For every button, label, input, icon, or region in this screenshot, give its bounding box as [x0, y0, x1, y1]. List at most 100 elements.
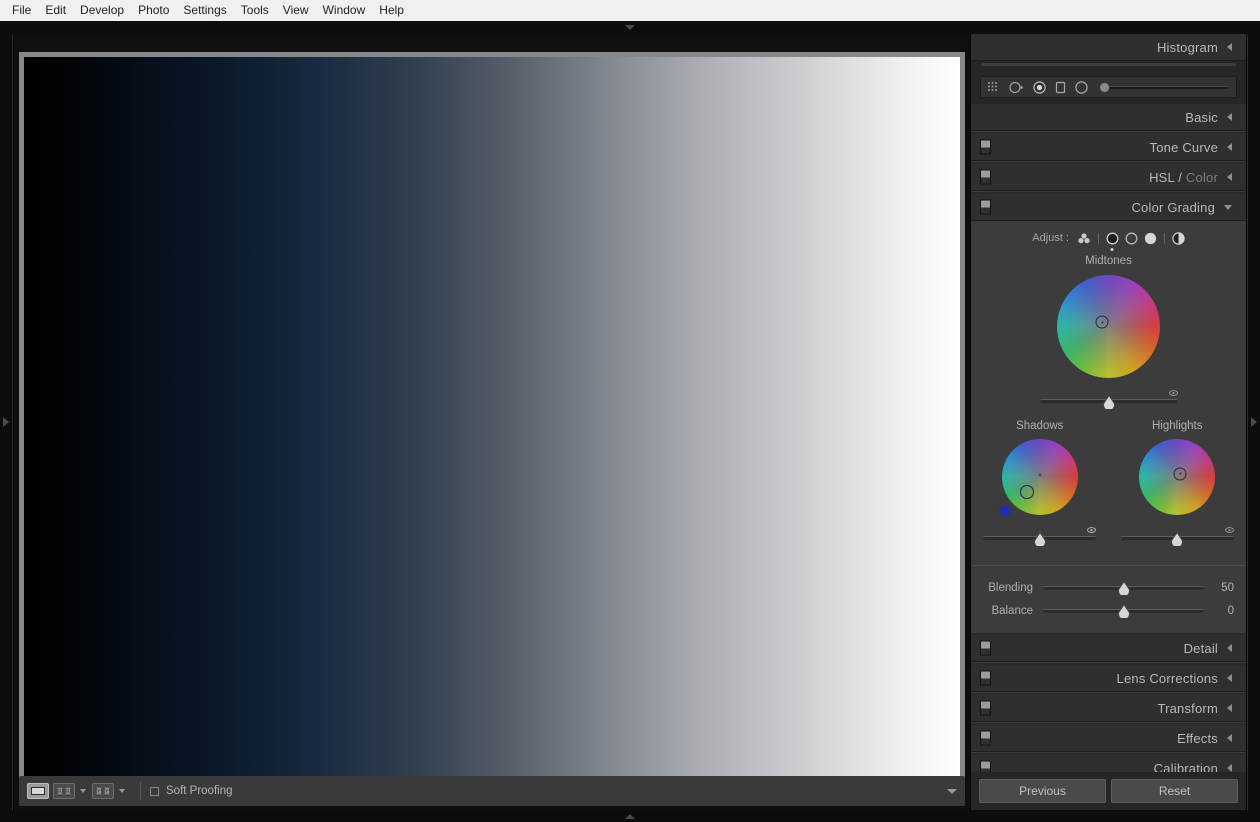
loupe-view-button[interactable]: [27, 783, 49, 799]
menu-item-window[interactable]: Window: [316, 1, 373, 20]
shadows-color-wheel[interactable]: [1001, 439, 1078, 515]
panel-header-effects[interactable]: Effects: [971, 725, 1246, 752]
shadows-luminance-knob[interactable]: [1033, 531, 1046, 548]
highlights-wheel-group: Highlights: [1115, 420, 1240, 548]
shadows-luminance-track: [983, 531, 1097, 548]
view-toolbar: RA RA YY YY Soft Proofing: [19, 776, 965, 806]
blending-knob[interactable]: [1117, 580, 1130, 597]
menu-item-view[interactable]: View: [276, 1, 316, 20]
midtones-luminance-slider[interactable]: [1034, 390, 1184, 411]
shadows-wheel-group: Shadows: [977, 420, 1102, 548]
chevron-left-icon: [1227, 143, 1232, 151]
panel-header-transform[interactable]: Transform: [971, 695, 1246, 722]
menu-item-file[interactable]: File: [5, 1, 38, 20]
panel-switch-tone-curve[interactable]: [980, 139, 991, 155]
hsl-label: HSL /: [1149, 169, 1183, 185]
midtones-circle-icon[interactable]: [1125, 232, 1138, 245]
menu-item-tools[interactable]: Tools: [234, 1, 276, 20]
tool-slider-knob[interactable]: [1099, 81, 1110, 93]
three-way-icon[interactable]: [1077, 232, 1091, 245]
soft-proofing-label: Soft Proofing: [166, 785, 233, 797]
midtones-wheel-handle[interactable]: [1095, 315, 1109, 329]
before-after-split-dropdown-icon[interactable]: [119, 789, 125, 793]
menu-item-settings[interactable]: Settings: [176, 1, 233, 20]
highlights-color-wheel[interactable]: [1139, 439, 1216, 515]
menu-item-develop[interactable]: Develop: [73, 1, 131, 20]
panel-header-histogram[interactable]: Histogram: [971, 34, 1246, 61]
masking-icon[interactable]: [987, 81, 1000, 94]
chevron-right-icon: [1251, 417, 1257, 427]
panel-title-effects: Effects: [1177, 730, 1218, 746]
before-after-split-button[interactable]: YY YY: [92, 783, 114, 799]
highlights-luminance-slider[interactable]: [1115, 527, 1240, 548]
highlights-circle-icon[interactable]: [1144, 232, 1157, 245]
shadows-luminance-slider[interactable]: [977, 527, 1102, 548]
panel-header-hsl-color[interactable]: HSL / Color: [971, 164, 1246, 191]
panel-header-basic[interactable]: Basic: [971, 104, 1246, 131]
panel-switch-detail[interactable]: [980, 640, 991, 656]
right-panel-handle[interactable]: [1247, 34, 1260, 810]
panel-switch-effects[interactable]: [980, 730, 991, 746]
panel-title-color-grading: Color Grading: [1131, 199, 1215, 215]
panel-switch-lens-corrections[interactable]: [980, 670, 991, 686]
midtones-color-wheel[interactable]: [1057, 275, 1160, 378]
blending-slider[interactable]: [1043, 580, 1204, 597]
chevron-left-icon: [1227, 674, 1232, 682]
crop-icon[interactable]: [1055, 81, 1066, 94]
color-grading-active-mode-label: Midtones: [1085, 255, 1132, 267]
highlights-wheel-handle[interactable]: [1173, 467, 1187, 481]
blending-value[interactable]: 50: [1204, 582, 1234, 594]
highlights-color-swatch[interactable]: [1215, 472, 1225, 482]
balance-slider[interactable]: [1043, 603, 1204, 620]
bottom-panel-handle[interactable]: [0, 810, 1260, 822]
balance-knob[interactable]: [1117, 603, 1130, 620]
chevron-up-icon: [625, 813, 635, 819]
red-eye-icon[interactable]: [1033, 80, 1046, 94]
menu-item-help[interactable]: Help: [372, 1, 411, 20]
chevron-left-icon: [1227, 704, 1232, 712]
midtones-luminance-track: [1039, 394, 1178, 411]
adjust-label: Adjust :: [1032, 232, 1069, 244]
after-label: RA: [65, 787, 73, 795]
before-after-split-icon: YY YY: [96, 787, 112, 795]
panel-title-detail: Detail: [1183, 640, 1218, 656]
spot-removal-icon[interactable]: [1009, 81, 1024, 94]
global-circle-icon[interactable]: [1172, 231, 1185, 245]
photo-preview[interactable]: [24, 57, 960, 783]
balance-value[interactable]: 0: [1204, 605, 1234, 617]
midtones-luminance-knob[interactable]: [1102, 394, 1115, 411]
blending-slider-row: Blending 50: [971, 576, 1246, 599]
previous-button[interactable]: Previous: [979, 779, 1106, 803]
tool-amount-slider[interactable]: [1099, 81, 1230, 93]
toolbar-options-chevron-icon[interactable]: [947, 788, 957, 794]
menu-item-photo[interactable]: Photo: [131, 1, 176, 20]
top-panel-handle[interactable]: [0, 21, 1260, 34]
lightroom-develop-window: File Edit Develop Photo Settings Tools V…: [0, 0, 1260, 822]
panel-header-color-grading[interactable]: Color Grading: [971, 194, 1246, 221]
balance-label: Balance: [991, 604, 1033, 617]
midtones-color-swatch[interactable]: [1164, 322, 1173, 332]
radial-gradient-icon[interactable]: [1075, 80, 1088, 94]
soft-proofing-checkbox[interactable]: [150, 786, 159, 796]
color-grading-body: Adjust : | | Midtones Shadows Highlights…: [971, 221, 1246, 632]
shadows-label: Shadows: [1016, 420, 1064, 432]
panel-header-lens-corrections[interactable]: Lens Corrections: [971, 665, 1246, 692]
before-after-lr-button[interactable]: RA RA: [53, 783, 75, 799]
reset-button[interactable]: Reset: [1111, 779, 1238, 803]
panel-switch-transform[interactable]: [980, 700, 991, 716]
selected-indicator-dot: [1110, 247, 1114, 251]
panel-switch-color-grading[interactable]: [980, 199, 991, 215]
chevron-down-icon: [1224, 204, 1232, 210]
panel-header-tone-curve[interactable]: Tone Curve: [971, 134, 1246, 161]
panel-header-detail[interactable]: Detail: [971, 635, 1246, 662]
balance-slider-row: Balance 0: [971, 599, 1246, 622]
panel-title-basic: Basic: [1185, 109, 1218, 125]
before-after-lr-dropdown-icon[interactable]: [80, 789, 86, 793]
highlights-luminance-knob[interactable]: [1171, 531, 1184, 548]
menu-item-edit[interactable]: Edit: [38, 1, 73, 20]
shadows-color-swatch[interactable]: [999, 505, 1011, 517]
left-panel-handle[interactable]: [0, 34, 13, 810]
shadows-circle-icon[interactable]: [1106, 232, 1119, 251]
shadows-wheel-handle[interactable]: [1019, 485, 1034, 500]
panel-switch-hsl-color[interactable]: [980, 169, 991, 185]
